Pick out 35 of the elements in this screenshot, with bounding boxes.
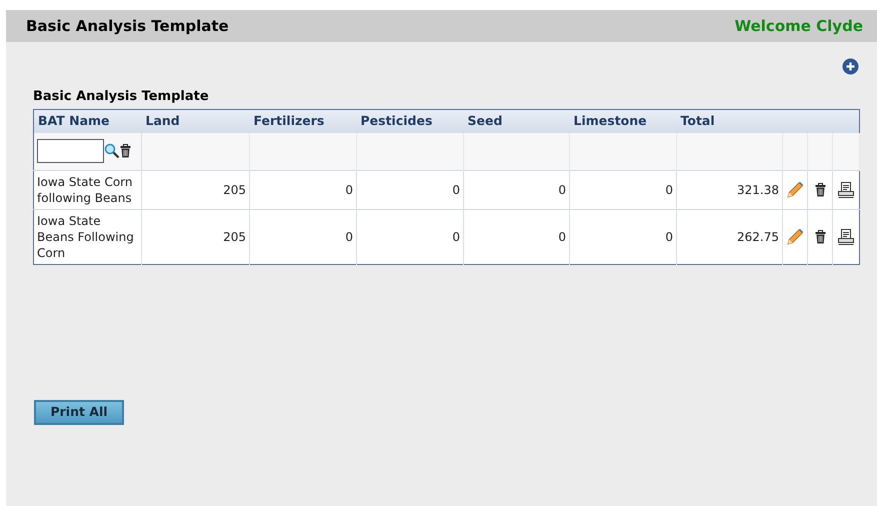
trash-icon[interactable] [814,230,826,244]
printer-icon[interactable] [838,229,854,245]
table-cell: 0 [356,170,464,210]
table-cell: 0 [356,210,464,264]
table-cell: 0 [570,210,676,264]
trash-icon[interactable] [814,183,826,197]
table-cell: Iowa State Beans Following Corn [34,210,142,264]
column-header: Seed [464,110,570,132]
add-icon[interactable] [842,58,859,75]
column-header: BAT Name [34,110,142,132]
table-cell: 0 [464,210,570,264]
table-cell: 0 [250,170,356,210]
table-cell: 0 [250,210,356,264]
column-header: Land [142,110,250,132]
table-cell: Iowa State Corn following Beans [34,170,142,210]
print-all-button[interactable]: Print All [34,400,124,425]
welcome-text: Welcome Clyde [734,16,863,37]
table-cell: 0 [464,170,570,210]
printer-icon[interactable] [838,182,854,198]
table-cell: 321.38 [676,170,782,210]
table-cell: 262.75 [676,210,782,264]
table-cell: 205 [142,210,250,264]
page-title: Basic Analysis Template [26,16,229,37]
column-header: Limestone [570,110,676,132]
pencil-icon[interactable] [786,181,804,199]
search-icon[interactable] [104,143,120,160]
column-header: Total [676,110,782,132]
section-title: Basic Analysis Template [33,88,210,106]
pencil-icon[interactable] [786,228,804,246]
table-cell: 0 [570,170,676,210]
search-field[interactable] [37,139,104,164]
table-cell: 205 [142,170,250,210]
trash-icon[interactable] [120,144,131,158]
column-header: Fertilizers [250,110,356,132]
column-header: Pesticides [356,110,464,132]
